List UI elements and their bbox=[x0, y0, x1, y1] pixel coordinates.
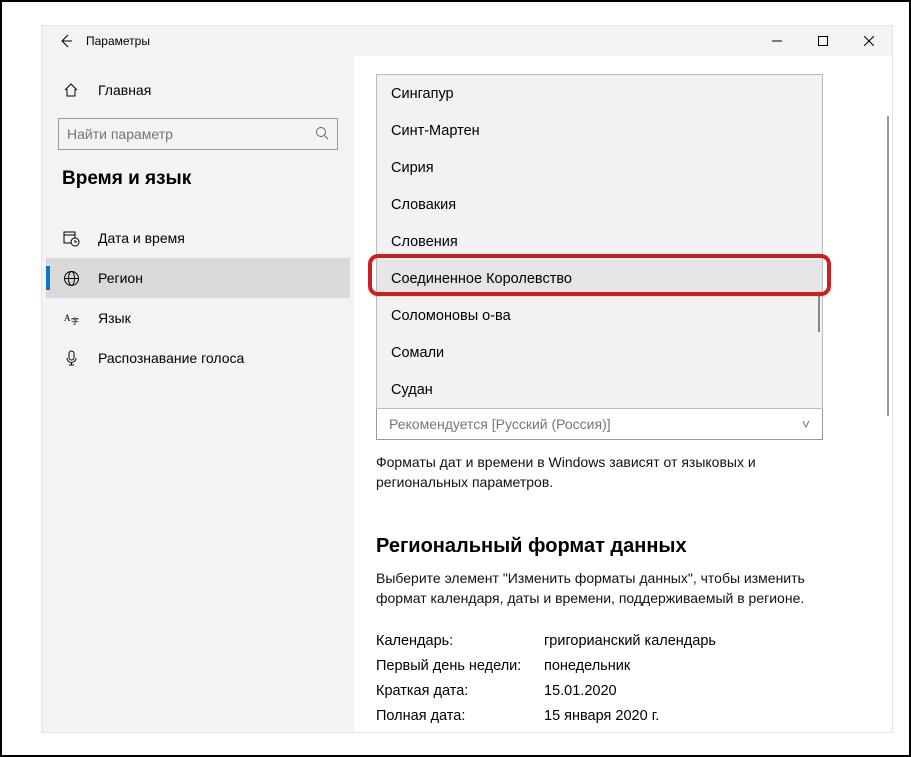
kv-row: Календарь:григорианский календарь bbox=[376, 633, 870, 649]
kv-row: Краткая дата:15.01.2020 bbox=[376, 683, 870, 699]
dropdown-option[interactable]: Сомали bbox=[377, 334, 822, 371]
search-input[interactable] bbox=[67, 126, 315, 142]
content-scrollbar[interactable] bbox=[876, 56, 892, 732]
country-dropdown-list[interactable]: Сингапур Синт-Мартен Сирия Словакия Слов… bbox=[376, 74, 823, 409]
titlebar: Параметры bbox=[42, 26, 892, 56]
region-format-combobox[interactable]: Рекомендуется [Русский (Россия)] ˅ bbox=[376, 408, 823, 440]
sidebar-section-title: Время и язык bbox=[46, 164, 350, 208]
sidebar-item-label: Распознавание голоса bbox=[98, 350, 244, 366]
window-body: Главная Время и язык Дата и время bbox=[42, 56, 892, 732]
sidebar-item-label: Регион bbox=[98, 270, 143, 286]
sidebar-item-region[interactable]: Регион bbox=[46, 258, 350, 298]
content-pane: Сингапур Синт-Мартен Сирия Словакия Слов… bbox=[354, 56, 892, 732]
language-icon: A字 bbox=[62, 310, 80, 327]
close-button[interactable] bbox=[846, 26, 892, 56]
globe-icon bbox=[62, 270, 80, 287]
sidebar: Главная Время и язык Дата и время bbox=[42, 56, 354, 732]
dropdown-option[interactable]: Словения bbox=[377, 223, 822, 260]
sidebar-item-label: Язык bbox=[98, 310, 131, 326]
microphone-icon bbox=[62, 350, 80, 367]
kv-row: Первый день недели:понедельник bbox=[376, 658, 870, 674]
region-data-description: Выберите элемент "Изменить форматы данны… bbox=[376, 568, 816, 609]
home-icon bbox=[62, 82, 80, 98]
window-controls bbox=[754, 26, 892, 56]
region-data-heading: Региональный формат данных bbox=[376, 535, 870, 558]
svg-text:A: A bbox=[64, 313, 71, 323]
dropdown-option[interactable]: Словакия bbox=[377, 186, 822, 223]
back-button[interactable] bbox=[52, 34, 80, 48]
dropdown-option[interactable]: Судан bbox=[377, 371, 822, 408]
sidebar-item-speech[interactable]: Распознавание голоса bbox=[46, 338, 350, 378]
sidebar-home-label: Главная bbox=[98, 82, 151, 98]
combobox-value: Рекомендуется [Русский (Россия)] bbox=[389, 416, 611, 432]
search-icon bbox=[315, 126, 329, 143]
sidebar-item-language[interactable]: A字 Язык bbox=[46, 298, 350, 338]
dropdown-option[interactable]: Сингапур bbox=[377, 75, 822, 112]
calendar-clock-icon bbox=[62, 230, 80, 247]
search-box[interactable] bbox=[58, 118, 338, 150]
sidebar-home[interactable]: Главная bbox=[46, 70, 350, 110]
selection-indicator bbox=[46, 266, 50, 290]
chevron-down-icon: ˅ bbox=[802, 416, 810, 432]
dropdown-option[interactable]: Сирия bbox=[377, 149, 822, 186]
svg-text:字: 字 bbox=[71, 316, 79, 326]
sidebar-item-date-time[interactable]: Дата и время bbox=[46, 218, 350, 258]
arrow-left-icon bbox=[59, 34, 73, 48]
dropdown-option[interactable]: Синт-Мартен bbox=[377, 112, 822, 149]
minimize-button[interactable] bbox=[754, 26, 800, 56]
dropdown-option-highlighted[interactable]: Соединенное Королевство bbox=[377, 260, 822, 297]
window-title: Параметры bbox=[80, 34, 150, 48]
dropdown-scrollbar[interactable] bbox=[818, 292, 820, 332]
dropdown-option[interactable]: Соломоновы о-ва bbox=[377, 297, 822, 334]
settings-window: Параметры Главная Время и язык bbox=[42, 26, 892, 732]
kv-row: Полная дата:15 января 2020 г. bbox=[376, 708, 870, 724]
sidebar-item-label: Дата и время bbox=[98, 230, 185, 246]
format-description: Форматы дат и времени в Windows зависят … bbox=[376, 452, 816, 493]
maximize-button[interactable] bbox=[800, 26, 846, 56]
